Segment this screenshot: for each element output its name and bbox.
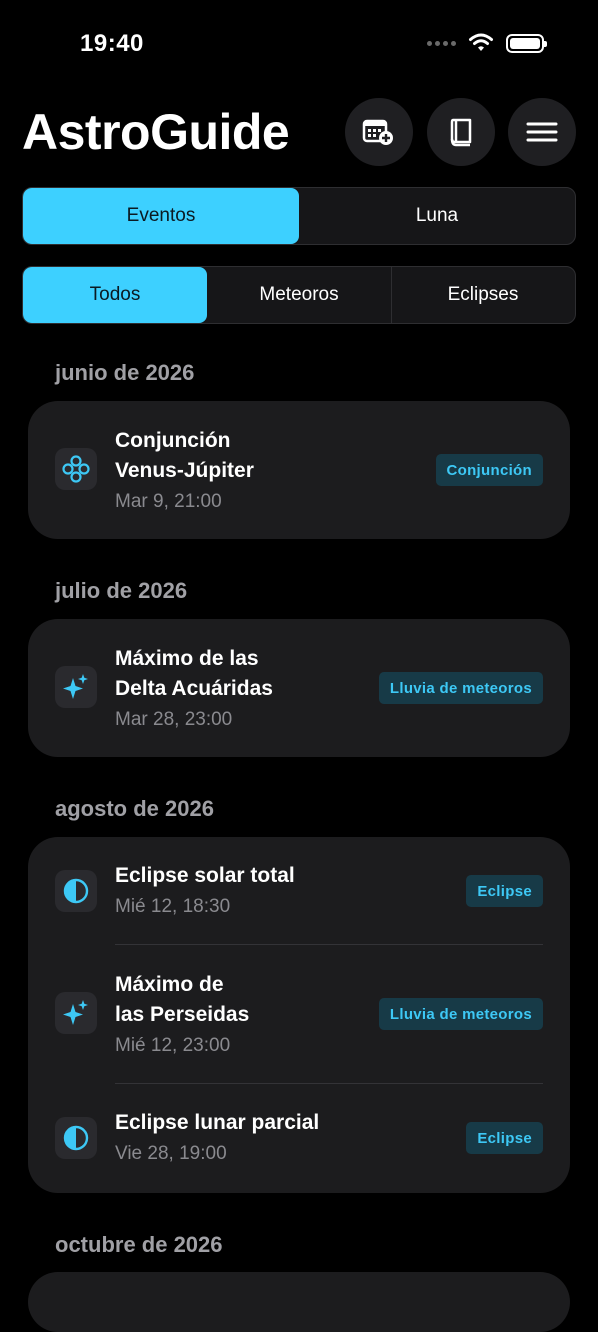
event-row[interactable]: Máximo de las Delta Acuáridas Mar 28, 23… [28, 619, 570, 757]
event-title-line2: las Perseidas [115, 1003, 250, 1026]
event-tag: Conjunción [435, 454, 543, 486]
event-row[interactable]: Máximo de las Perseidas Mié 12, 23:00 Ll… [28, 945, 570, 1083]
filter-todos[interactable]: Todos [23, 267, 207, 323]
event-title-line1: Conjunción [115, 429, 231, 452]
filter-eclipses[interactable]: Eclipses [391, 267, 575, 323]
eclipse-icon [55, 1117, 97, 1159]
wifi-icon [469, 33, 493, 51]
status-icons [427, 33, 547, 53]
event-card: Eclipse solar total Mié 12, 18:30 Eclips… [28, 837, 570, 1193]
event-row[interactable]: Eclipse lunar parcial Vie 28, 19:00 Ecli… [28, 1084, 570, 1193]
event-title: Eclipse lunar parcial [115, 1111, 320, 1134]
event-date: Mar 28, 23:00 [115, 709, 233, 730]
sparkles-icon [55, 992, 97, 1034]
event-tag: Eclipse [466, 875, 543, 907]
filter-meteoros[interactable]: Meteoros [207, 267, 391, 323]
event-title-line2: Venus-Júpiter [115, 459, 254, 482]
month-header: agosto de 2026 [55, 796, 214, 821]
event-title-line1: Máximo de [115, 973, 224, 996]
main-segmented-control: Eventos Luna [22, 187, 576, 245]
event-date: Mié 12, 23:00 [115, 1035, 231, 1056]
calendar-add-icon [362, 119, 393, 145]
month-header: junio de 2026 [55, 360, 195, 385]
month-header: octubre de 2026 [55, 1232, 223, 1257]
event-card: Máximo de las Delta Acuáridas Mar 28, 23… [28, 619, 570, 757]
sparkles-icon [55, 666, 97, 708]
book-icon [450, 118, 472, 147]
battery-icon [506, 33, 547, 53]
event-tag: Lluvia de meteoros [378, 998, 543, 1030]
cellular-signal-icon [427, 40, 456, 46]
app-title: AstroGuide [22, 104, 290, 160]
app-header: AstroGuide [22, 98, 576, 166]
add-calendar-button[interactable] [345, 98, 413, 166]
event-date: Mié 12, 18:30 [115, 896, 231, 917]
filter-segmented-control: Todos Meteoros Eclipses [22, 266, 576, 324]
event-row[interactable]: Eclipse solar total Mié 12, 18:30 Eclips… [28, 837, 570, 944]
tab-eventos[interactable]: Eventos [23, 188, 299, 244]
book-button[interactable] [427, 98, 495, 166]
tab-luna[interactable]: Luna [299, 188, 575, 244]
status-bar: 19:40 [0, 0, 598, 90]
event-title: Eclipse solar total [115, 864, 295, 887]
event-tag: Lluvia de meteoros [378, 672, 543, 704]
status-time: 19:40 [80, 30, 144, 57]
event-title-line2: Delta Acuáridas [115, 677, 273, 700]
month-header: julio de 2026 [55, 578, 188, 603]
eclipse-icon [55, 870, 97, 912]
event-row[interactable]: Conjunción Venus-Júpiter Mar 9, 21:00 Co… [28, 401, 570, 539]
conjunction-icon [55, 448, 97, 490]
menu-button[interactable] [508, 98, 576, 166]
event-title-line1: Máximo de las [115, 647, 259, 670]
event-date: Vie 28, 19:00 [115, 1143, 227, 1164]
event-date: Mar 9, 21:00 [115, 491, 222, 512]
event-card: Conjunción Venus-Júpiter Mar 9, 21:00 Co… [28, 401, 570, 539]
event-tag: Eclipse [466, 1122, 543, 1154]
hamburger-menu-icon [526, 122, 558, 142]
event-card [28, 1272, 570, 1332]
